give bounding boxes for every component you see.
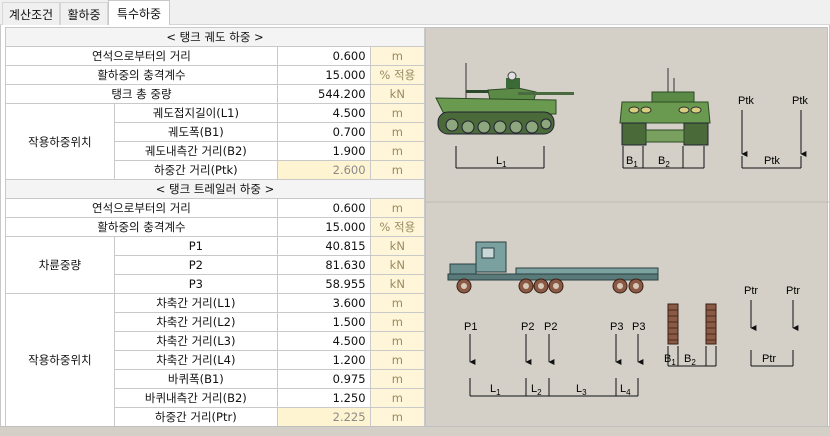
tab-special-load[interactable]: 특수하중 [108, 0, 170, 25]
unit-label: m [370, 103, 426, 123]
wheel-weight-group: 차륜중량 [5, 236, 115, 294]
row-label: 차축간 거리(L4) [113, 350, 278, 370]
row-label: 차축간 거리(L3) [113, 331, 278, 351]
unit-label: kN [370, 236, 426, 256]
dim-b1-label: B1 [626, 155, 638, 169]
axle-load-arrows [469, 334, 644, 365]
row-label: 활하중의 충격계수 [5, 65, 278, 85]
unit-label: m [370, 350, 426, 370]
special-load-panel: < 탱크 궤도 하중 > 연석으로부터의 거리 0.600 m 활하중의 충격계… [0, 25, 830, 436]
row-label: 하중간 거리(Ptr) [113, 407, 278, 427]
unit-label: m [370, 369, 426, 389]
dim-l3-trailer-label: L3 [576, 383, 587, 397]
unit-label: m [370, 331, 426, 351]
row-label: 궤도내측간 거리(B2) [113, 141, 278, 161]
row-label: 탱크 총 중량 [5, 84, 278, 104]
tab-calc-conditions[interactable]: 계산조건 [2, 2, 60, 25]
tank-weight-input[interactable]: 544.200 [277, 84, 371, 104]
dim-ptr-label: Ptr [762, 353, 776, 365]
tank-load-distance-value: 2.600 [277, 160, 371, 180]
unit-label: m [370, 312, 426, 332]
row-label: 궤도폭(B1) [113, 122, 278, 142]
wheel-p2-input[interactable]: 81.630 [277, 255, 371, 275]
axle-p2-label: P2 [521, 321, 534, 333]
load-diagram-panel: L1 B1 B2 Ptk Ptk Ptk P1 P2 P2 P3 P3 L1 L… [425, 27, 829, 427]
unit-label: m [370, 46, 426, 66]
unit-label: m [370, 122, 426, 142]
tab-live-load[interactable]: 활하중 [60, 2, 108, 25]
unit-label: m [370, 407, 426, 427]
axle-distance-l1-input[interactable]: 3.600 [277, 293, 371, 313]
row-label: 바퀴내측간 거리(B2) [113, 388, 278, 408]
track-inner-distance-input[interactable]: 1.900 [277, 141, 371, 161]
axle-distance-l2-input[interactable]: 1.500 [277, 312, 371, 332]
row-label: P2 [113, 255, 278, 275]
trailer-wheel-front-icon [667, 303, 717, 345]
axle-p1-label: P1 [464, 321, 477, 333]
dim-b2-trailer-label: B2 [684, 353, 696, 367]
unit-label: m [370, 160, 426, 180]
trailer-section-header: < 탱크 트레일러 하중 > [5, 179, 425, 199]
row-label: 차축간 거리(L2) [113, 312, 278, 332]
row-label: 연석으로부터의 거리 [5, 198, 278, 218]
ptk-right-label: Ptk [792, 95, 808, 107]
trailer-load-distance-value: 2.225 [277, 407, 371, 427]
axle-p3b-label: P3 [632, 321, 645, 333]
load-diagram: L1 B1 B2 Ptk Ptk Ptk P1 P2 P2 P3 P3 L1 L… [426, 63, 829, 397]
unit-label: % 적용 [370, 65, 426, 85]
axle-p3-label: P3 [610, 321, 623, 333]
row-label: 하중간 거리(Ptk) [113, 160, 278, 180]
load-input-grid: < 탱크 궤도 하중 > 연석으로부터의 거리 0.600 m 활하중의 충격계… [5, 27, 426, 427]
dim-b1-trailer-label: B1 [664, 353, 676, 367]
axle-distance-l3-input[interactable]: 4.500 [277, 331, 371, 351]
unit-label: kN [370, 84, 426, 104]
dim-l1-trailer-label: L1 [490, 383, 501, 397]
tank-section-header: < 탱크 궤도 하중 > [5, 27, 425, 47]
wheel-width-input[interactable]: 0.975 [277, 369, 371, 389]
unit-label: % 적용 [370, 217, 426, 237]
tank-load-position-group: 작용하중위치 [5, 103, 115, 180]
trailer-side-view-icon [447, 241, 659, 294]
tab-bar: 계산조건 활하중 특수하중 [0, 0, 830, 25]
dim-l4-trailer-label: L4 [620, 383, 631, 397]
axle-p2b-label: P2 [544, 321, 557, 333]
row-label: 바퀴폭(B1) [113, 369, 278, 389]
dim-ptk-label: Ptk [764, 155, 780, 167]
trailer-impact-factor-input[interactable]: 15.000 [277, 217, 371, 237]
wheel-p3-input[interactable]: 58.955 [277, 274, 371, 294]
trailer-curb-distance-input[interactable]: 0.600 [277, 198, 371, 218]
unit-label: m [370, 141, 426, 161]
axle-distance-l4-input[interactable]: 1.200 [277, 350, 371, 370]
dim-b2-label: B2 [658, 155, 670, 169]
track-contact-length-input[interactable]: 4.500 [277, 103, 371, 123]
curb-distance-input[interactable]: 0.600 [277, 46, 371, 66]
wheel-p1-input[interactable]: 40.815 [277, 236, 371, 256]
row-label: 활하중의 충격계수 [5, 217, 278, 237]
row-label: P3 [113, 274, 278, 294]
dim-l2-trailer-label: L2 [531, 383, 542, 397]
row-label: 차축간 거리(L1) [114, 293, 278, 313]
unit-label: kN [370, 274, 426, 294]
status-strip [0, 426, 830, 436]
row-label: P1 [114, 236, 278, 256]
ptr-right-label: Ptr [786, 285, 800, 297]
track-width-input[interactable]: 0.700 [277, 122, 371, 142]
dim-l1-label: L1 [496, 155, 507, 169]
unit-label: m [370, 388, 426, 408]
wheel-inner-distance-input[interactable]: 1.250 [277, 388, 371, 408]
tank-front-view-icon [619, 68, 711, 146]
ptr-left-label: Ptr [744, 285, 758, 297]
trailer-load-position-group: 작용하중위치 [5, 293, 115, 427]
impact-factor-input[interactable]: 15.000 [277, 65, 371, 85]
row-label: 연석으로부터의 거리 [5, 46, 278, 66]
unit-label: m [370, 198, 426, 218]
unit-label: kN [370, 255, 426, 275]
ptk-left-label: Ptk [738, 95, 754, 107]
tank-side-view-icon [435, 63, 574, 135]
unit-label: m [370, 293, 426, 313]
row-label: 궤도접지길이(L1) [114, 103, 278, 123]
